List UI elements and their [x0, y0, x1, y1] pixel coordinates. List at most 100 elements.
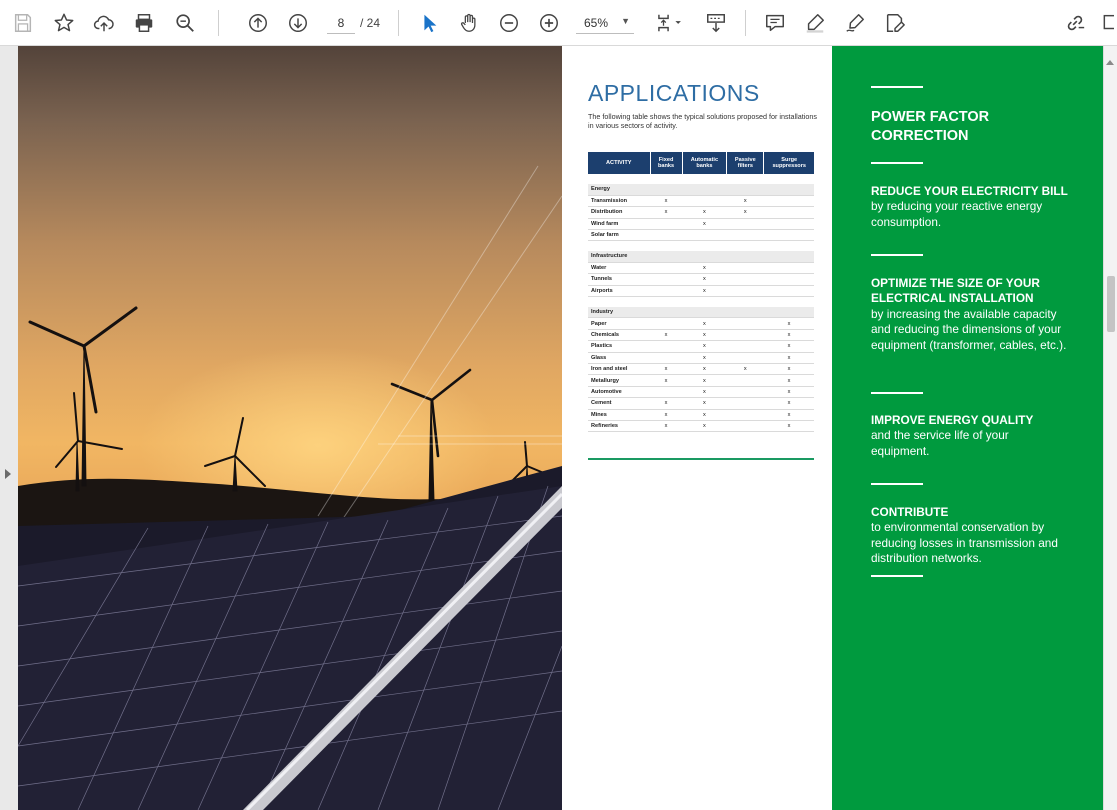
benefit-body: and the service life of your equipment.: [871, 428, 1009, 458]
scroll-up-icon[interactable]: [1106, 60, 1114, 65]
page-down-icon[interactable]: [284, 9, 312, 37]
benefit-heading: IMPROVE ENERGY QUALITY: [871, 413, 1034, 427]
divider: [871, 86, 923, 88]
print-icon[interactable]: [130, 9, 158, 37]
fit-page-icon[interactable]: [651, 9, 687, 37]
activity-cell: Paper: [588, 317, 650, 330]
zoom-level-select[interactable]: 65% ▼: [576, 12, 634, 34]
solution-mark-cell: x: [682, 285, 727, 298]
solution-mark-cell: x: [650, 329, 683, 342]
table-section-row: Infrastructure: [588, 250, 814, 263]
solution-mark-cell: x: [682, 340, 727, 353]
solution-mark-cell: [726, 397, 764, 410]
activity-cell: Wind farm: [588, 218, 650, 231]
solution-mark-cell: [682, 229, 727, 242]
chevron-down-icon: ▼: [621, 16, 630, 26]
column-header: Surge suppressors: [763, 152, 814, 174]
select-cursor-icon[interactable]: [415, 9, 443, 37]
activity-cell: Cement: [588, 397, 650, 410]
page-up-icon[interactable]: [244, 9, 272, 37]
save-icon[interactable]: [9, 9, 37, 37]
solution-mark-cell: [726, 285, 764, 298]
scrollbar-thumb[interactable]: [1107, 276, 1115, 332]
toolbar-divider: [745, 10, 746, 36]
table-row: Cement x x x: [588, 397, 814, 410]
solution-mark-cell: x: [682, 397, 727, 410]
vertical-scrollbar[interactable]: [1103, 46, 1117, 810]
draw-icon[interactable]: [841, 9, 869, 37]
activity-cell: Metallurgy: [588, 374, 650, 387]
solution-mark-cell: x: [682, 206, 727, 219]
zoom-search-icon[interactable]: [171, 9, 199, 37]
activity-cell: Glass: [588, 352, 650, 364]
benefits-title: POWER FACTOR CORRECTION: [871, 109, 990, 144]
solution-mark-cell: [650, 262, 683, 275]
divider: [871, 575, 923, 577]
table-spacer-row: [588, 240, 814, 251]
table-row: Iron and steel x x x x: [588, 363, 814, 376]
solution-mark-cell: [726, 273, 764, 286]
solution-mark-cell: [650, 285, 683, 298]
activity-cell: Mines: [588, 409, 650, 421]
table-row: Automotive x x: [588, 386, 814, 399]
activity-cell: Refineries: [588, 420, 650, 433]
solution-mark-cell: x: [682, 374, 727, 387]
solution-mark-cell: x: [682, 420, 727, 433]
activity-cell: Airports: [588, 285, 650, 298]
hand-pan-icon[interactable]: [455, 9, 483, 37]
solution-mark-cell: x: [650, 409, 683, 421]
benefits-panel: POWER FACTOR CORRECTION REDUCE YOUR ELEC…: [832, 46, 1103, 810]
divider: [871, 254, 923, 256]
solution-mark-cell: x: [682, 218, 727, 231]
solution-mark-cell: x: [763, 374, 814, 387]
solution-mark-cell: [763, 195, 814, 208]
solution-mark-cell: x: [650, 397, 683, 410]
zoom-out-icon[interactable]: [495, 9, 523, 37]
benefit-heading: REDUCE YOUR ELECTRICITY BILL: [871, 184, 1068, 198]
table-row: Transmission x x: [588, 195, 814, 208]
table-row: Wind farm x: [588, 218, 814, 231]
more-tools-icon[interactable]: [1099, 9, 1117, 37]
solution-mark-cell: x: [682, 317, 727, 330]
column-header: Automatic banks: [682, 152, 728, 174]
benefit-body: by reducing your reactive energy consump…: [871, 199, 1043, 229]
activity-cell: Transmission: [588, 195, 650, 208]
cloud-upload-icon[interactable]: [90, 9, 118, 37]
solution-mark-cell: x: [682, 329, 727, 342]
solution-mark-cell: x: [763, 386, 814, 399]
table-row: Tunnels x: [588, 273, 814, 286]
table-row: Refineries x x x: [588, 420, 814, 433]
table-spacer-row: [588, 174, 814, 184]
solution-mark-cell: [763, 273, 814, 286]
benefit-body: to environmental conservation by reducin…: [871, 520, 1058, 566]
solution-mark-cell: [726, 386, 764, 399]
zoom-in-icon[interactable]: [535, 9, 563, 37]
share-link-icon[interactable]: [1061, 9, 1089, 37]
intro-text: The following table shows the typical so…: [588, 112, 817, 130]
scroll-mode-icon[interactable]: [702, 9, 730, 37]
comment-icon[interactable]: [761, 9, 789, 37]
solution-mark-cell: [726, 229, 764, 242]
divider: [871, 392, 923, 394]
highlight-pen-icon[interactable]: [801, 9, 829, 37]
activity-cell: Solar farm: [588, 229, 650, 242]
bookmark-star-icon[interactable]: [50, 9, 78, 37]
solution-mark-cell: [650, 386, 683, 399]
page-number-input[interactable]: [327, 12, 355, 34]
benefit-body: by increasing the available capacity and…: [871, 306, 1067, 352]
zoom-level-value: 65%: [584, 16, 609, 30]
fill-sign-icon[interactable]: [881, 9, 909, 37]
solution-mark-cell: [763, 206, 814, 219]
toolbar-divider: [398, 10, 399, 36]
benefit-heading: CONTRIBUTE: [871, 505, 949, 519]
divider: [871, 483, 923, 485]
page-total: / 24: [360, 16, 381, 30]
solution-mark-cell: [763, 262, 814, 275]
solution-mark-cell: x: [763, 329, 814, 342]
solution-mark-cell: x: [726, 363, 764, 376]
solution-mark-cell: x: [682, 409, 727, 421]
applications-page: APPLICATIONS The following table shows t…: [562, 46, 832, 810]
section-label: Infrastructure: [588, 250, 814, 263]
expand-panel-icon[interactable]: [5, 469, 11, 479]
table-row: Paper x x: [588, 317, 814, 330]
